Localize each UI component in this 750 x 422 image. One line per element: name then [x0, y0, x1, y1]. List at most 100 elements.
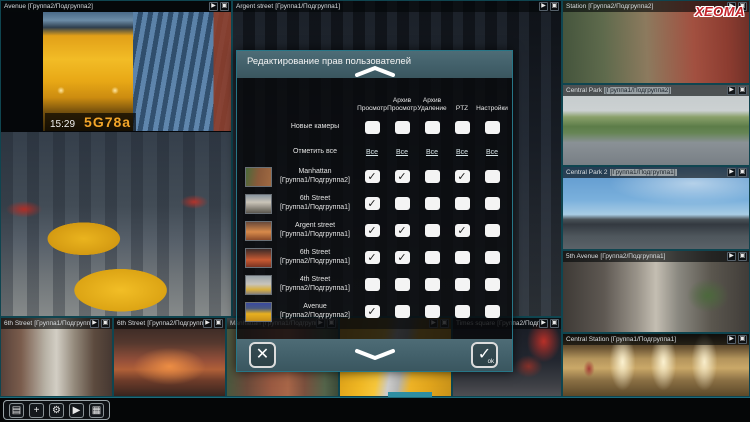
scroll-down-chevron-icon[interactable]: [353, 348, 397, 360]
checkbox-unchecked[interactable]: [395, 305, 410, 318]
camera-cell-central-park-2[interactable]: Central Park 2[Группа1/Подгруппа1] ▶▣: [562, 166, 750, 250]
play-archive-icon[interactable]: ▶: [727, 168, 736, 177]
pip-window-icon[interactable]: ▣: [738, 335, 747, 344]
checkbox-checked[interactable]: ✓: [365, 251, 380, 264]
checkbox-unchecked[interactable]: [455, 305, 470, 318]
scroll-up-chevron-icon[interactable]: [353, 65, 397, 77]
checkbox-unchecked[interactable]: [485, 224, 500, 237]
column-header-archive-view: Архив Просмотр: [387, 97, 417, 114]
checkbox-unchecked[interactable]: [425, 224, 440, 237]
ok-button[interactable]: ✓ ok: [471, 342, 498, 368]
cancel-button[interactable]: ✕: [249, 342, 276, 368]
checkbox-unchecked[interactable]: [425, 251, 440, 264]
column-header-archive-delete: Архив Удаление: [417, 97, 446, 114]
pip-window-icon[interactable]: ▣: [738, 168, 747, 177]
pip-window-icon[interactable]: ▣: [214, 319, 223, 328]
select-all-link[interactable]: Все: [366, 149, 378, 156]
pip-window-icon[interactable]: ▣: [220, 2, 229, 11]
play-archive-icon[interactable]: ▶: [203, 319, 212, 328]
camera-permission-row: 6th Street[Группа2/Подгруппа1] ✓✓: [237, 244, 512, 271]
checkbox-unchecked[interactable]: [395, 278, 410, 291]
checkbox-unchecked[interactable]: [485, 305, 500, 318]
add-camera-icon[interactable]: +: [29, 403, 44, 418]
checkbox-unchecked[interactable]: [485, 251, 500, 264]
camera-title-bar: Central Park 2[Группа1/Подгруппа1] ▶▣: [563, 167, 749, 178]
pip-window-icon[interactable]: ▣: [101, 319, 110, 328]
checkbox-unchecked[interactable]: [485, 121, 500, 134]
checkbox-unchecked[interactable]: [365, 278, 380, 291]
xeoma-logo: XEOMA: [695, 4, 745, 19]
play-archive-icon[interactable]: ▶: [727, 252, 736, 261]
camera-cell-station[interactable]: Station[Группа2/Подгруппа2] ▶▣ XEOMA: [562, 0, 750, 84]
play-archive-icon[interactable]: ▶: [90, 319, 99, 328]
camera-title-bar: Central Park[Группа1/Подгруппа2] ▶▣: [563, 85, 749, 96]
select-all-link[interactable]: Все: [426, 149, 438, 156]
checkbox-checked[interactable]: ✓: [455, 224, 470, 237]
pip-window-icon[interactable]: ▣: [738, 252, 747, 261]
checkbox-unchecked[interactable]: [455, 121, 470, 134]
playback-icon[interactable]: ▶: [69, 403, 84, 418]
play-archive-icon[interactable]: ▶: [727, 86, 736, 95]
permissions-dialog: Редактирование прав пользователей Просмо…: [236, 50, 513, 372]
dialog-body: Просмотр Архив Просмотр Архив Удаление P…: [237, 78, 512, 339]
camera-label: Avenue[Группа2/Подгруппа2]: [1, 3, 93, 10]
checkbox-unchecked[interactable]: [425, 278, 440, 291]
checkbox-checked[interactable]: ✓: [365, 224, 380, 237]
checkbox-unchecked[interactable]: [455, 251, 470, 264]
camera-label: Station[Группа2/Подгруппа2]: [563, 3, 653, 10]
checkbox-checked[interactable]: ✓: [365, 170, 380, 183]
permission-column-headers: Просмотр Архив Просмотр Архив Удаление P…: [237, 90, 512, 114]
checkbox-checked[interactable]: ✓: [395, 170, 410, 183]
camera-cell-central-park[interactable]: Central Park[Группа1/Подгруппа2] ▶▣: [562, 84, 750, 166]
checkbox-unchecked[interactable]: [455, 278, 470, 291]
checkbox-unchecked[interactable]: [485, 170, 500, 183]
camera-label: Central Park 2[Группа1/Подгруппа1]: [563, 169, 677, 176]
pip-window-icon[interactable]: ▣: [738, 86, 747, 95]
camera-cell-5th-avenue[interactable]: 5th Avenue[Группа2/Подгруппа1] ▶▣: [562, 250, 750, 333]
camera-title-bar: Avenue[Группа2/Подгруппа2] ▶▣: [1, 1, 231, 12]
camera-label: Central Park[Группа1/Подгруппа2]: [563, 87, 671, 94]
column-header-ptz: PTZ: [456, 105, 468, 115]
play-archive-icon[interactable]: ▶: [539, 2, 548, 11]
anpr-readout: 15:29 5G78a: [45, 113, 136, 131]
layouts-icon[interactable]: ▤: [9, 403, 24, 418]
checkbox-unchecked[interactable]: [425, 305, 440, 318]
row-label: Отметить все: [273, 148, 357, 157]
checkbox-checked[interactable]: ✓: [395, 224, 410, 237]
camera-permission-row: Avenue[Группа2/Подгруппа2] ✓: [237, 298, 512, 325]
checkbox-checked[interactable]: ✓: [455, 170, 470, 183]
pip-window-icon[interactable]: ▣: [550, 319, 559, 328]
camera-thumbnail: [245, 248, 272, 268]
dialog-bottombar: ✕ ✓ ok: [237, 339, 512, 371]
close-icon: ✕: [256, 347, 269, 363]
pip-window-icon[interactable]: ▣: [550, 2, 559, 11]
settings-gear-icon[interactable]: ⚙: [49, 403, 64, 418]
camera-cell-6th-street-2[interactable]: 6th Street[Группа2/Подгруппа1] ▶▣: [113, 317, 226, 397]
grid-view-icon[interactable]: ▦: [89, 403, 104, 418]
checkbox-checked[interactable]: ✓: [365, 305, 380, 318]
camera-cell-avenue[interactable]: Avenue[Группа2/Подгруппа2] ▶▣ 15:29 5G78…: [0, 0, 232, 317]
camera-cell-6th-street-1[interactable]: 6th Street[Группа1/Подгруппа1] ▶▣: [0, 317, 113, 397]
select-all-link[interactable]: Все: [486, 149, 498, 156]
select-all-link[interactable]: Все: [456, 149, 468, 156]
play-archive-icon[interactable]: ▶: [209, 2, 218, 11]
camera-cell-central-station[interactable]: Central Station[Группа1/Подгруппа1] ▶▣: [562, 333, 750, 397]
checkbox-checked[interactable]: ✓: [395, 251, 410, 264]
checkbox-checked[interactable]: ✓: [365, 197, 380, 210]
checkbox-unchecked[interactable]: [485, 197, 500, 210]
play-archive-icon[interactable]: ▶: [539, 319, 548, 328]
column-header-settings: Настройки: [476, 105, 508, 115]
checkbox-unchecked[interactable]: [425, 121, 440, 134]
checkbox-unchecked[interactable]: [485, 278, 500, 291]
checkbox-unchecked[interactable]: [365, 121, 380, 134]
checkbox-unchecked[interactable]: [425, 197, 440, 210]
checkbox-unchecked[interactable]: [455, 197, 470, 210]
camera-thumbnail: [245, 275, 272, 295]
camera-label: Argent street[Группа1/Подгруппа1]: [233, 3, 340, 10]
play-archive-icon[interactable]: ▶: [727, 335, 736, 344]
checkbox-unchecked[interactable]: [395, 121, 410, 134]
new-cameras-row: Новые камеры: [237, 114, 512, 141]
select-all-link[interactable]: Все: [396, 149, 408, 156]
checkbox-unchecked[interactable]: [425, 170, 440, 183]
checkbox-unchecked[interactable]: [395, 197, 410, 210]
